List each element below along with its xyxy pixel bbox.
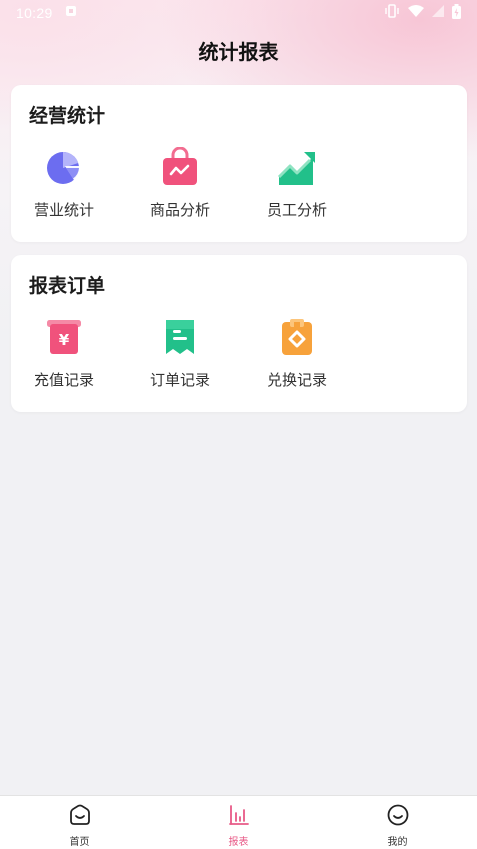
status-time: 10:29 [16, 5, 53, 21]
section-title: 报表订单 [29, 275, 106, 297]
exchange-voucher-icon [242, 317, 352, 357]
item-label: 订单记录 [149, 371, 210, 389]
recharge-icon: ¥ [9, 317, 119, 357]
signal-icon [432, 5, 444, 21]
item-label: 充值记录 [33, 371, 94, 389]
business-stats-card: 经营统计 营业统计 商品分析 员工分析 [11, 85, 467, 242]
report-orders-card: 报表订单 ¥ 充值记录 订单记录 兑换记录 [11, 255, 467, 412]
svg-text:¥: ¥ [59, 331, 70, 349]
tab-profile[interactable]: 我的 [318, 796, 477, 849]
item-label: 商品分析 [149, 201, 210, 219]
item-label: 兑换记录 [266, 371, 327, 389]
staff-analysis-item[interactable]: 员工分析 [242, 147, 352, 220]
notification-icon [65, 5, 77, 21]
receipt-icon [125, 317, 235, 357]
exchange-record-item[interactable]: 兑换记录 [242, 317, 352, 390]
bar-chart-icon [228, 804, 250, 830]
item-label: 营业统计 [33, 201, 94, 219]
wifi-icon [408, 4, 424, 22]
tab-label: 我的 [387, 837, 408, 848]
shopping-bag-icon [125, 147, 235, 187]
home-icon [69, 804, 91, 830]
tab-home[interactable]: 首页 [0, 796, 159, 849]
vibrate-icon [384, 4, 400, 22]
tab-reports[interactable]: 报表 [159, 796, 318, 849]
tab-label: 首页 [69, 837, 90, 848]
section-title: 经营统计 [29, 105, 106, 127]
order-record-item[interactable]: 订单记录 [125, 317, 235, 390]
bottom-tab-bar: 首页 报表 我的 [0, 795, 477, 849]
profile-icon [387, 804, 409, 830]
business-stats-item[interactable]: 营业统计 [9, 147, 119, 220]
tab-label: 报表 [228, 837, 249, 848]
recharge-record-item[interactable]: ¥ 充值记录 [9, 317, 119, 390]
item-label: 员工分析 [266, 201, 327, 219]
product-analysis-item[interactable]: 商品分析 [125, 147, 235, 220]
status-bar: 10:29 [0, 0, 477, 26]
trend-up-icon [242, 147, 352, 187]
battery-icon [452, 3, 461, 23]
page-title: 统计报表 [198, 40, 279, 64]
pie-chart-icon [9, 147, 119, 187]
